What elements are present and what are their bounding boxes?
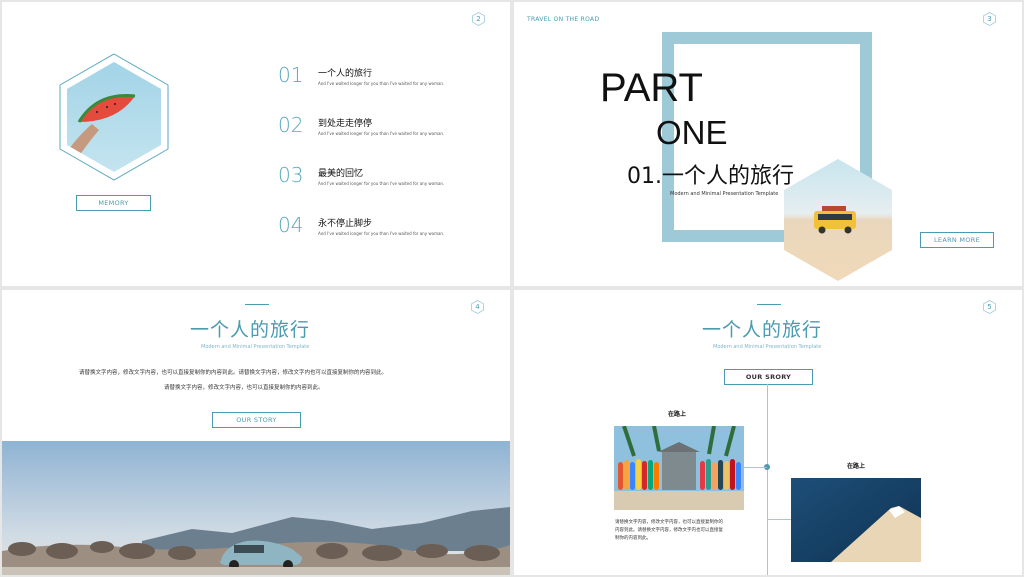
item-number: 04 xyxy=(278,213,304,237)
timeline-line xyxy=(767,384,768,575)
title-accent-line xyxy=(757,304,781,305)
slide-subtitle: Modern and Minimal Presentation Template xyxy=(201,344,310,350)
body-text-line: 请替换文字内容，修改文字内容，也可以直接复制你的内容到此。 xyxy=(164,385,324,391)
description-line: 制你的内容到此。 xyxy=(615,536,651,541)
slide-5[interactable]: 5 一个人的旅行 Modern and Minimal Presentation… xyxy=(514,290,1022,575)
mountain-photo xyxy=(791,478,921,562)
item-title: 一个人的旅行 xyxy=(318,69,373,79)
slide-2[interactable]: 2 MEMORY 01 一个人的旅行 And I've waited longe… xyxy=(2,2,510,286)
page-number-badge: 3 xyxy=(983,12,996,26)
page-number-badge: 4 xyxy=(471,300,484,314)
item-number: 03 xyxy=(278,163,304,187)
item-number: 02 xyxy=(278,113,304,137)
slide-subtitle: Modern and Minimal Presentation Template xyxy=(713,344,822,350)
our-story-button[interactable]: OUR STORY xyxy=(212,412,301,428)
one-heading: ONE xyxy=(656,114,728,151)
landscape-car-photo xyxy=(2,441,510,575)
description-line: 请替换文字内容，修改文字内容，也可以直接复制你的 xyxy=(615,520,723,525)
left-description: 请替换文字内容，修改文字内容，也可以直接复制你的 内容到此。请替换文字内容，修改… xyxy=(615,519,723,543)
section-title: 01.一个人的旅行 xyxy=(627,164,794,189)
page-number-badge: 2 xyxy=(472,12,485,26)
body-text-line: 请替换文字内容，修改文字内容，也可以直接复制你的内容到此。请替换文字内容，修改文… xyxy=(79,370,388,376)
our-story-button[interactable]: OUR SRORY xyxy=(724,369,813,385)
item-description: And I've waited longer for you than I've… xyxy=(318,231,445,236)
slide-title: 一个人的旅行 xyxy=(190,319,311,341)
item-title: 到处走走停停 xyxy=(318,119,373,129)
learn-more-button[interactable]: LEARN MORE xyxy=(920,232,994,248)
left-caption: 在路上 xyxy=(668,411,687,418)
memory-button[interactable]: MEMORY xyxy=(76,195,151,211)
watermelon-photo-hexagon xyxy=(59,53,169,181)
bus-photo-hexagon xyxy=(784,159,892,281)
slide-4[interactable]: 4 一个人的旅行 Modern and Minimal Presentation… xyxy=(2,290,510,575)
slide-title: 一个人的旅行 xyxy=(702,319,823,341)
item-number: 01 xyxy=(278,63,304,87)
section-subtitle: Modern and Minimal Presentation Template xyxy=(670,191,779,197)
item-title: 最美的回忆 xyxy=(318,169,364,179)
page-number-badge: 5 xyxy=(983,300,996,314)
title-accent-line xyxy=(245,304,269,305)
item-title: 永不停止脚步 xyxy=(318,219,373,229)
right-caption: 在路上 xyxy=(847,463,866,470)
slide-3[interactable]: TRAVEL ON THE ROAD 3 PART ONE 01.一个人的旅行 … xyxy=(514,2,1022,286)
part-heading: PART xyxy=(600,66,703,110)
description-line: 内容到此。请替换文字内容，修改文字内也可以直接复 xyxy=(615,528,723,533)
item-description: And I've waited longer for you than I've… xyxy=(318,181,445,186)
item-description: And I've waited longer for you than I've… xyxy=(318,81,445,86)
slide-header: TRAVEL ON THE ROAD xyxy=(527,16,600,23)
timeline-branch xyxy=(768,519,791,520)
item-description: And I've waited longer for you than I've… xyxy=(318,131,445,136)
surfboards-photo xyxy=(614,426,744,510)
timeline-branch xyxy=(744,467,767,468)
